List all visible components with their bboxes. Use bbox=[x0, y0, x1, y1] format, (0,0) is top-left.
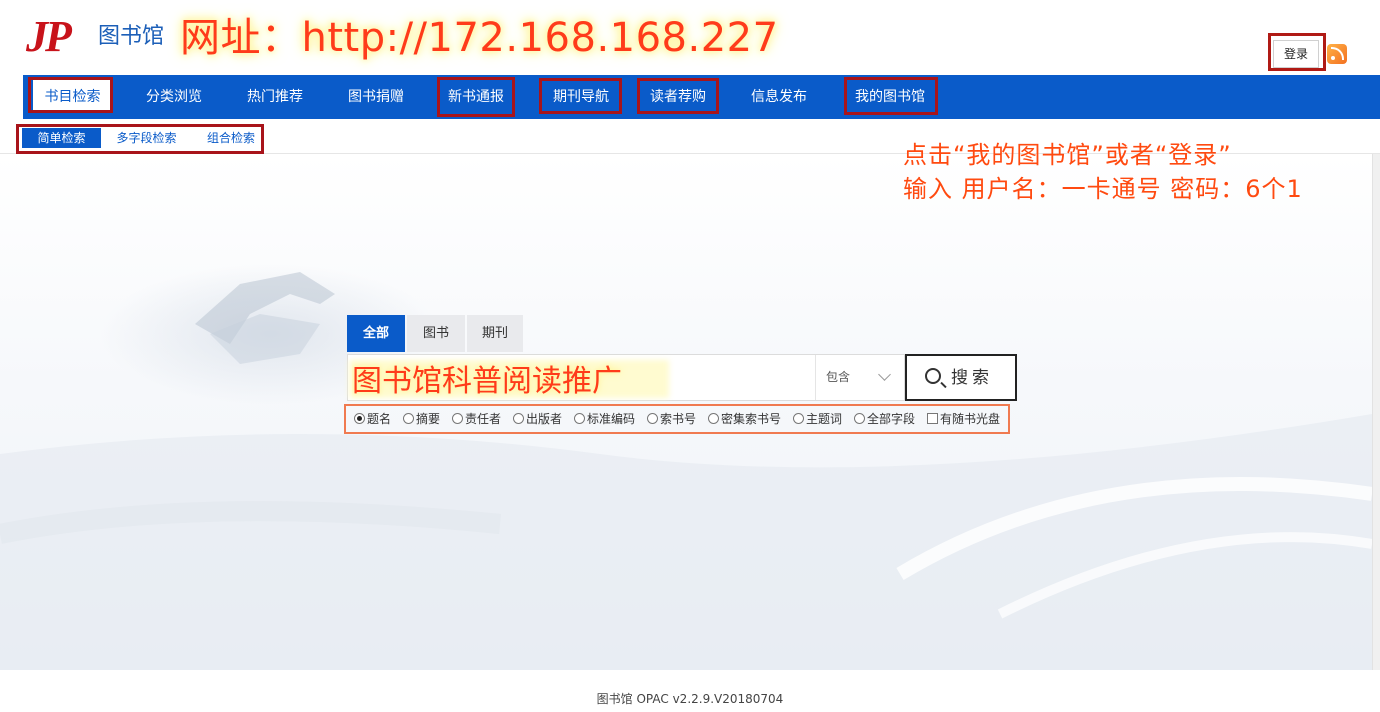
radio-icon[interactable] bbox=[793, 413, 804, 424]
nav-item-hot-recommend[interactable]: 热门推荐 bbox=[234, 75, 316, 119]
option-with-cd[interactable]: 有随书光盘 bbox=[927, 410, 1000, 428]
search-icon[interactable] bbox=[925, 368, 941, 384]
nav-item-reader-recommend[interactable]: 读者荐购 bbox=[638, 75, 718, 119]
tab-all[interactable]: 全部 bbox=[347, 315, 405, 352]
search-input[interactable] bbox=[350, 357, 810, 399]
login-button[interactable]: 登录 bbox=[1273, 40, 1319, 68]
radio-icon[interactable] bbox=[513, 413, 524, 424]
option-dense-call-number[interactable]: 密集索书号 bbox=[708, 410, 781, 428]
radio-icon[interactable] bbox=[854, 413, 865, 424]
scrollbar[interactable] bbox=[1372, 154, 1380, 670]
header: JP 图书馆 网址：http://172.168.168.227 登录 bbox=[0, 0, 1380, 75]
nav-item-category-browse[interactable]: 分类浏览 bbox=[133, 75, 215, 119]
url-annotation: 网址：http://172.168.168.227 bbox=[180, 15, 779, 61]
divider bbox=[815, 355, 816, 400]
tab-journals[interactable]: 期刊 bbox=[467, 315, 523, 352]
nav-item-my-library[interactable]: 我的图书馆 bbox=[845, 75, 935, 119]
footer: 图书馆 OPAC v2.2.9.V20180704 bbox=[0, 670, 1380, 712]
tab-books[interactable]: 图书 bbox=[407, 315, 465, 352]
option-author[interactable]: 责任者 bbox=[452, 410, 501, 428]
nav-item-journal-nav[interactable]: 期刊导航 bbox=[541, 75, 621, 119]
subnav-combined-search[interactable]: 组合检索 bbox=[196, 128, 266, 148]
option-subject[interactable]: 主题词 bbox=[793, 410, 842, 428]
nav-item-catalog-search[interactable]: 书目检索 bbox=[33, 78, 112, 110]
radio-icon[interactable] bbox=[647, 413, 658, 424]
subnav-simple-search[interactable]: 简单检索 bbox=[22, 128, 101, 148]
option-all-fields[interactable]: 全部字段 bbox=[854, 410, 915, 428]
checkbox-icon[interactable] bbox=[927, 413, 938, 424]
instruction-line-1: 点击“我的图书馆”或者“登录” bbox=[903, 141, 1232, 169]
subnav-multi-field-search[interactable]: 多字段检索 bbox=[104, 128, 189, 148]
radio-icon[interactable] bbox=[452, 413, 463, 424]
match-mode-select[interactable]: 包含 bbox=[826, 367, 850, 387]
radio-icon[interactable] bbox=[574, 413, 585, 424]
logo-mark[interactable]: JP bbox=[26, 12, 72, 62]
nav-item-book-donation[interactable]: 图书捐赠 bbox=[335, 75, 417, 119]
option-publisher[interactable]: 出版者 bbox=[513, 410, 562, 428]
search-button-label[interactable]: 搜索 bbox=[951, 366, 993, 390]
radio-icon[interactable] bbox=[708, 413, 719, 424]
instruction-line-2: 输入 用户名：一卡通号 密码：6个1 bbox=[903, 175, 1303, 203]
option-title[interactable]: 题名 bbox=[354, 410, 391, 428]
logo-text[interactable]: 图书馆 bbox=[98, 22, 164, 52]
option-standard-code[interactable]: 标准编码 bbox=[574, 410, 635, 428]
option-abstract[interactable]: 摘要 bbox=[403, 410, 440, 428]
nav-item-new-books[interactable]: 新书通报 bbox=[437, 75, 515, 119]
rss-icon[interactable] bbox=[1327, 44, 1347, 64]
radio-icon[interactable] bbox=[354, 413, 365, 424]
option-call-number[interactable]: 索书号 bbox=[647, 410, 696, 428]
nav-item-info-publish[interactable]: 信息发布 bbox=[738, 75, 820, 119]
radio-icon[interactable] bbox=[403, 413, 414, 424]
